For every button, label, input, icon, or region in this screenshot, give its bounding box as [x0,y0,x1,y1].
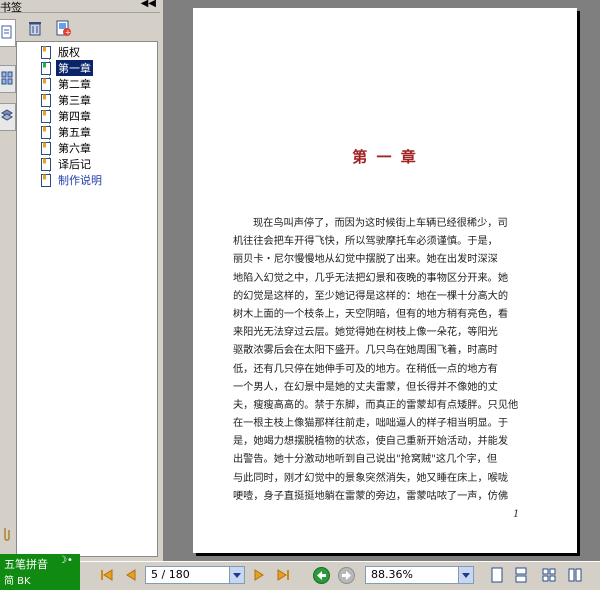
text-line: 一个男人，在幻景中是她的丈夫雷蒙，但长得并不像她的丈 [233,381,498,393]
new-bookmark-icon[interactable]: + [54,19,72,37]
chapter-title: 第 一 章 [352,148,418,166]
moon-icon: ☽• [58,555,73,566]
bookmark-icon [41,173,51,187]
bookmark-label: 第五章 [58,126,91,139]
text-line: 驱散浓雾后会在太阳下盛开。几只鸟在她周围飞着，时高时 [233,345,498,357]
bookmark-icon [41,45,51,59]
page-number: 1 [513,509,520,520]
page-indicator: 5 / 180 [151,568,190,581]
bookmark-label: 版权 [58,46,80,59]
bookmark-label: 第三章 [58,94,91,107]
bookmark-item-chapter-1[interactable]: 第一章 [41,60,93,76]
bookmark-item-chapter-6[interactable]: 第六章 [41,140,93,156]
bookmark-label: 第六章 [58,142,91,155]
bookmark-icon [41,141,51,155]
text-line: 哽噎，身子直挺挺地躺在雷蒙的旁边，雷蒙咕哝了一声，仿佛 [233,490,509,502]
bookmark-toolbar: + [16,13,160,41]
svg-text:+: + [65,29,71,37]
first-page-icon[interactable] [100,567,114,583]
tab-thumbnails[interactable] [0,65,16,93]
text-line: 现在鸟叫声停了，而因为这时候街上车辆已经很稀少，司 [253,218,508,229]
bookmark-tree: 版权 第一章 第二章 第三章 第四章 第五章 第六章 译后记 制作说明 [16,41,158,557]
zoom-dropdown-icon[interactable] [458,567,473,583]
bookmark-item-copyright[interactable]: 版权 [41,44,82,60]
next-page-icon[interactable] [252,567,266,583]
bookmark-panel-header: 书签 ◀◀ [0,0,160,14]
text-line: 是，她竭力想摆脱植物的状态，使自己重新开始活动，并能发 [233,436,509,448]
single-page-view-icon[interactable] [490,567,504,583]
delete-bookmark-icon[interactable] [26,19,44,37]
chapter-body-text: 现在鸟叫声停了，而因为这时候街上车辆已经很稀少，司 机往往会把车开得飞快，所以驾… [233,215,543,506]
bookmark-item-chapter-4[interactable]: 第四章 [41,108,93,124]
continuous-facing-view-icon[interactable] [568,567,582,583]
text-line: 出警告。她十分激动地听到自己说出"抢窝贼"这几个字，但 [233,454,498,466]
text-line: 低，还有几只停在她伸手可及的地方。在稍低一点的地方有 [233,363,498,375]
bookmark-icon [41,157,51,171]
go-forward-icon[interactable] [338,567,355,584]
text-line: 机往往会把车开得飞快，所以驾驶摩托车必须谨慎。于是， [233,236,498,248]
bookmark-label: 制作说明 [58,174,102,187]
bookmark-icon [41,77,51,91]
bookmark-item-afterword[interactable]: 译后记 [41,156,93,172]
page-number-field[interactable]: 5 / 180 [145,566,245,584]
last-page-icon[interactable] [276,567,290,583]
zoom-level: 88.36% [371,568,413,581]
go-back-icon[interactable] [313,567,330,584]
text-line: 树木上面的一个枝条上，天空阴暗，但有的地方稍有亮色，看 [233,308,509,320]
document-view[interactable]: 第 一 章 现在鸟叫声停了，而因为这时候街上车辆已经很稀少，司 机往往会把车开得… [163,0,600,561]
page-icon [1,25,12,39]
tab-attachments[interactable] [0,521,15,547]
text-line: 地陷入幻觉之中，几乎无法把幻景和夜晚的事物区分开来。她 [233,272,509,284]
page-dropdown-icon[interactable] [229,567,244,583]
tab-pages[interactable] [0,19,16,47]
bookmark-icon [41,125,51,139]
previous-page-icon[interactable] [124,567,138,583]
text-line: 与此同时，刚才幻觉中的景象突然消失，她又睡在床上，喉咙 [233,472,509,484]
tab-layers[interactable] [0,103,16,131]
bookmark-icon [41,61,51,75]
bookmark-label: 第二章 [58,78,91,91]
bookmark-item-chapter-2[interactable]: 第二章 [41,76,93,92]
thumbnails-icon [1,71,13,85]
ime-mode: 简 BK [4,576,31,587]
paperclip-icon [4,528,10,541]
text-line: 来阳光无法穿过云层。她觉得她在树枝上像一朵花，等阳光 [233,327,498,339]
text-line: 的幻觉是这样的，至少她记得是这样的：地在一棵十分高大的 [233,290,509,302]
bookmark-label: 译后记 [58,158,91,171]
bookmark-icon [41,93,51,107]
text-line: 丽贝卡・尼尔慢慢地从幻觉中摆脱了出来。她在出发时深深 [233,254,498,266]
bookmark-icon [41,109,51,123]
text-line: 在一根主枝上像猫那样往前走，咄咄逼人的样子相当明显。于 [233,418,509,430]
continuous-view-icon[interactable] [514,567,528,583]
document-page: 第 一 章 现在鸟叫声停了，而因为这时候街上车辆已经很稀少，司 机往往会把车开得… [193,8,577,553]
app-window: 书签 ◀◀ + 版权 第一章 第二章 第三章 第四章 第五章 第六章 译后记 制… [0,0,600,590]
navigation-bar: 五笔拼音 ☽• 简 BK 5 / 180 88.36% [0,554,600,590]
collapse-panel-icon[interactable]: ◀◀ [141,0,156,9]
bookmark-label: 第四章 [58,110,91,123]
bookmark-item-chapter-3[interactable]: 第三章 [41,92,93,108]
facing-view-icon[interactable] [542,567,556,583]
ime-name: 五笔拼音 [4,558,48,571]
bookmark-label: 第一章 [56,60,93,76]
layers-icon [1,109,13,121]
bookmark-item-chapter-5[interactable]: 第五章 [41,124,93,140]
ime-status-bar[interactable]: 五笔拼音 ☽• 简 BK [0,554,80,590]
navigation-tab-strip [0,13,16,555]
zoom-field[interactable]: 88.36% [365,566,474,584]
text-line: 夫，瘦瘦高高的。禁于东脚，而真正的雷蒙却有点矮胖。只见他 [233,399,519,411]
bookmark-item-production-notes[interactable]: 制作说明 [41,172,104,188]
